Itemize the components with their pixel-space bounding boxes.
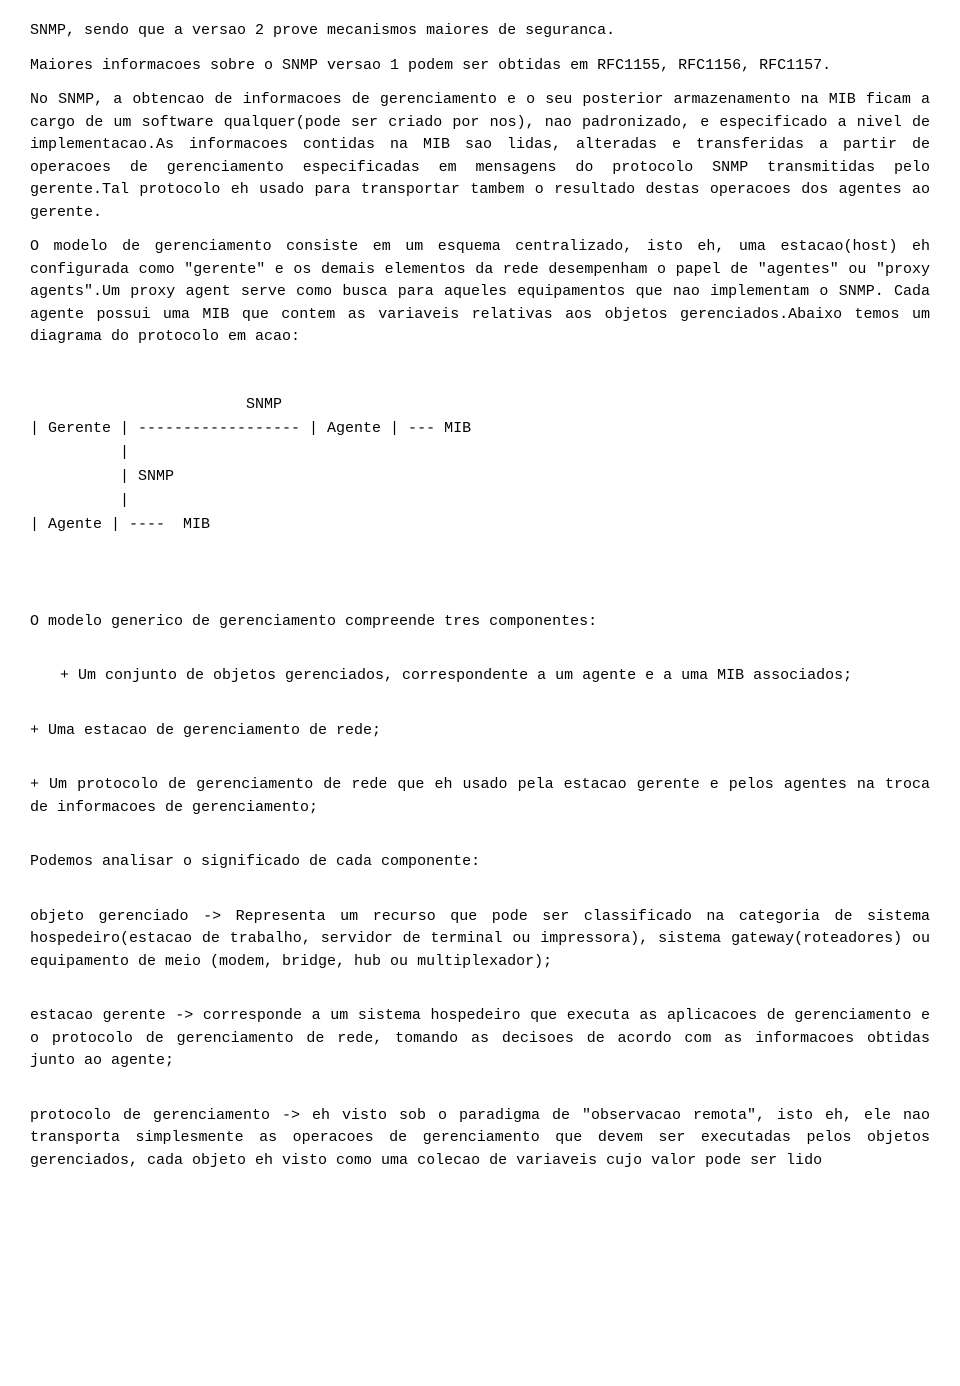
paragraph-11: estacao gerente -> corresponde a um sist…: [30, 1005, 930, 1073]
paragraph-8: + Um protocolo de gerenciamento de rede …: [30, 774, 930, 819]
paragraph-5: O modelo generico de gerenciamento compr…: [30, 611, 930, 634]
diagram-line4: | SNMP: [30, 468, 174, 485]
diagram-line3: |: [30, 444, 129, 461]
diagram-line1: SNMP: [66, 396, 282, 413]
paragraph-4: O modelo de gerenciamento consiste em um…: [30, 236, 930, 349]
diagram-line5: |: [30, 492, 129, 509]
diagram-line2: | Gerente | ------------------ | Agente …: [30, 420, 471, 437]
diagram-line6: | Agente | ---- MIB: [30, 516, 210, 533]
snmp-diagram: SNMP | Gerente | ------------------ | Ag…: [30, 369, 930, 561]
spacer-6: [30, 886, 930, 906]
spacer-3: [30, 700, 930, 720]
paragraph-3: No SNMP, a obtencao de informacoes de ge…: [30, 89, 930, 224]
spacer-7: [30, 985, 930, 1005]
spacer-5: [30, 831, 930, 851]
spacer-4: [30, 754, 930, 774]
spacer-1: [30, 591, 930, 611]
paragraph-1: SNMP, sendo que a versao 2 prove mecanis…: [30, 20, 930, 43]
paragraph-2: Maiores informacoes sobre o SNMP versao …: [30, 55, 930, 78]
paragraph-9: Podemos analisar o significado de cada c…: [30, 851, 930, 874]
paragraph-10: objeto gerenciado -> Representa um recur…: [30, 906, 930, 974]
paragraph-6: + Um conjunto de objetos gerenciados, co…: [30, 665, 930, 688]
spacer-2: [30, 645, 930, 665]
paragraph-7: + Uma estacao de gerenciamento de rede;: [30, 720, 930, 743]
paragraph-12: protocolo de gerenciamento -> eh visto s…: [30, 1105, 930, 1173]
main-content: SNMP, sendo que a versao 2 prove mecanis…: [30, 20, 930, 1172]
spacer-8: [30, 1085, 930, 1105]
